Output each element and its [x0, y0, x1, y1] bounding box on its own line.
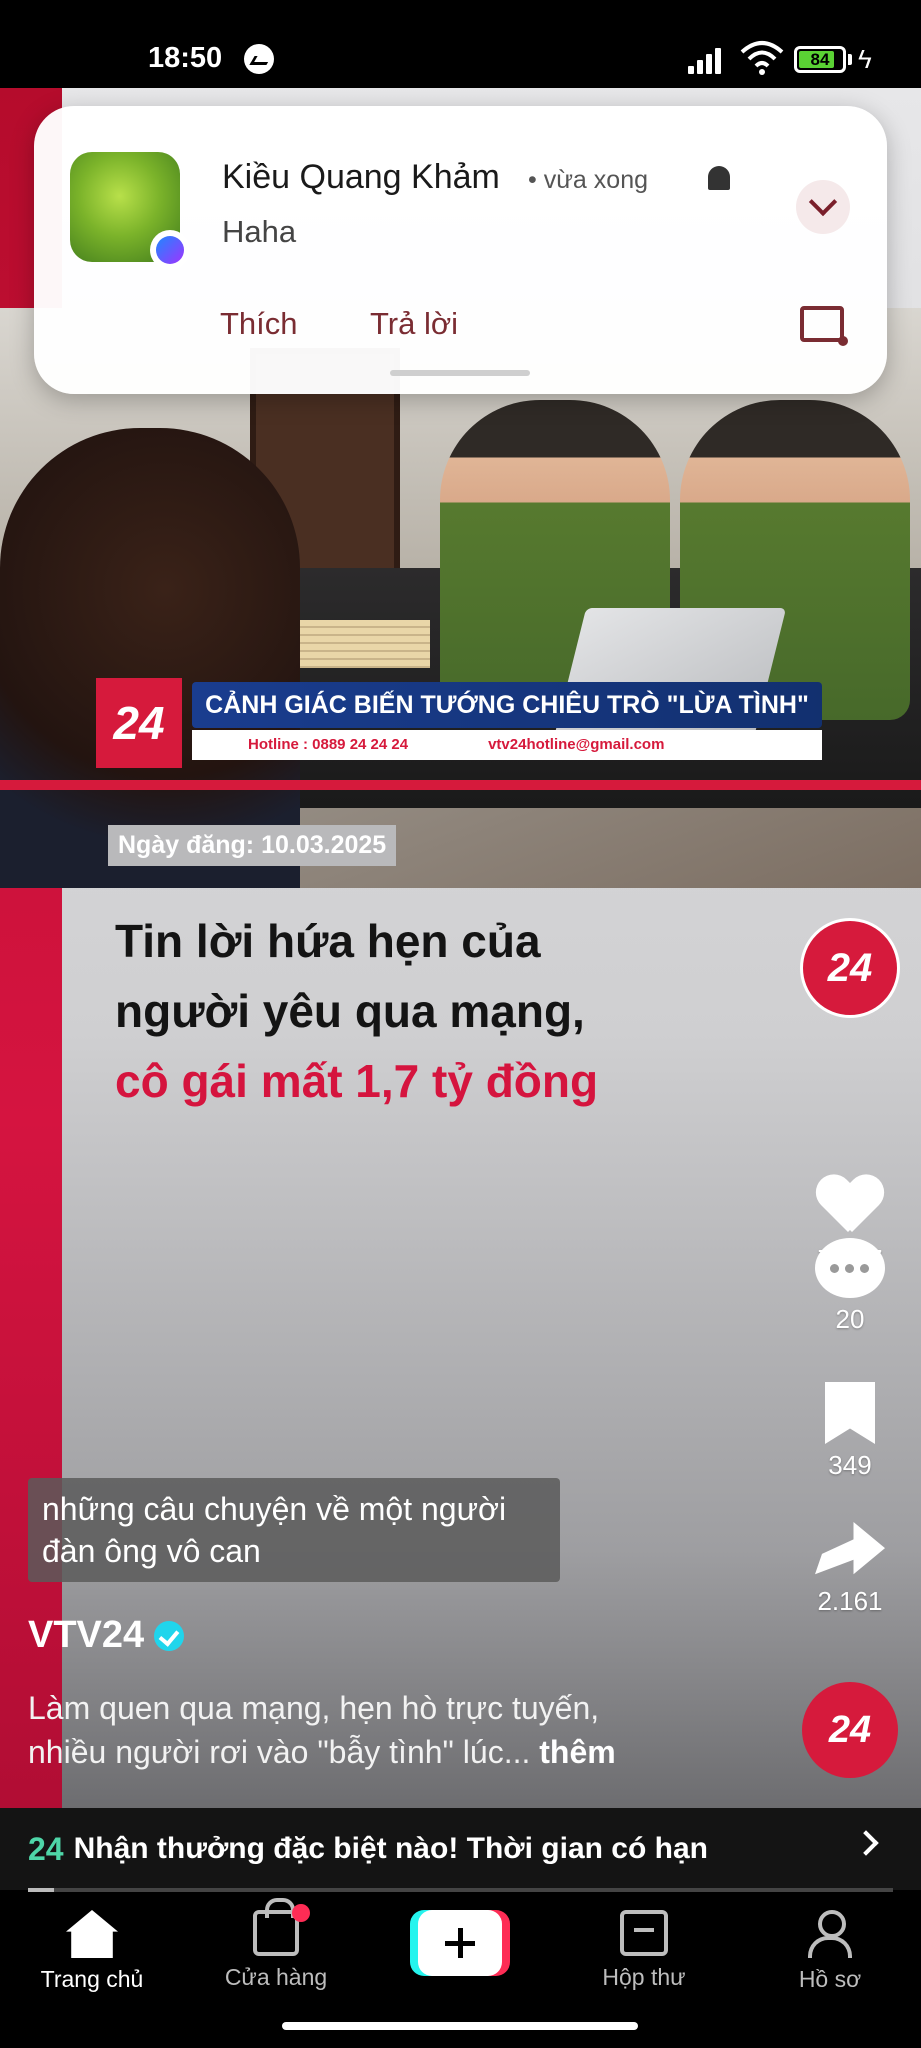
picture-in-picture-icon[interactable]: [800, 306, 848, 346]
nav-inbox[interactable]: Hộp thư: [564, 1910, 724, 1991]
share-icon: [815, 1522, 885, 1575]
subtitle-line-1: những câu chuyện về một người: [42, 1491, 507, 1527]
reply-action-button[interactable]: Trả lời: [370, 306, 458, 342]
nav-shop-label: Cửa hàng: [224, 1964, 328, 1990]
notification-dot: [292, 1904, 310, 1922]
charging-bolt-icon: ϟ: [858, 44, 872, 74]
drag-handle[interactable]: [390, 370, 530, 376]
battery-tip: [848, 54, 852, 65]
battery-icon: 84: [794, 46, 846, 73]
comment-icon: [815, 1238, 885, 1298]
like-action-button[interactable]: Thích: [220, 306, 298, 342]
video-subtitle: những câu chuyện về một người đàn ông vô…: [28, 1478, 560, 1582]
chevron-right-icon: [853, 1830, 879, 1856]
caption-line-1: Làm quen qua mạng, hẹn hò trực tuyến,: [28, 1690, 600, 1726]
photo-woman: [0, 428, 300, 888]
share-count: 2.161: [817, 1586, 883, 1616]
inbox-icon: [620, 1910, 668, 1956]
status-time: 18:50: [148, 42, 223, 74]
nav-profile[interactable]: Hồ sơ: [750, 1910, 910, 1993]
nav-home[interactable]: Trang chủ: [12, 1910, 172, 1993]
profile-icon: [806, 1910, 854, 1958]
caption-more-link[interactable]: thêm: [539, 1734, 615, 1770]
notification-message: Haha: [222, 214, 297, 249]
headline-line-1: Tin lời hứa hẹn của: [115, 915, 541, 967]
banner-contact: Hotline : 0889 24 24 24 vtv24hotline@gma…: [192, 730, 822, 760]
chevron-down-icon[interactable]: [796, 180, 850, 234]
headline-line-2: người yêu qua mạng,: [115, 985, 585, 1037]
bookmark-count: 349: [828, 1450, 872, 1480]
sender-name: Kiều Quang Khảm: [222, 158, 500, 196]
heart-icon: [816, 1176, 884, 1238]
nav-profile-label: Hồ sơ: [798, 1966, 862, 1992]
subtitle-line-2: đàn ông vô can: [42, 1533, 261, 1569]
comment-button[interactable]: 20: [800, 1238, 900, 1335]
comment-count: 20: [835, 1304, 865, 1334]
home-icon: [66, 1910, 118, 1958]
author-name: VTV24: [28, 1614, 145, 1656]
plus-icon: [445, 1928, 475, 1958]
promo-text: Nhận thưởng đặc biệt nào! Thời gian có h…: [73, 1832, 708, 1865]
battery-level: 84: [810, 50, 830, 69]
creator-avatar[interactable]: 24: [800, 918, 900, 1018]
message-notification[interactable]: Kiều Quang Khảm • vừa xong Haha Thích Tr…: [34, 106, 887, 394]
messenger-icon: [150, 230, 190, 270]
news-banner: 24 CẢNH GIÁC BIẾN TƯỚNG CHIÊU TRÒ "LỪA T…: [96, 678, 822, 768]
news-photo: [0, 308, 921, 888]
gift-icon: 24: [28, 1830, 64, 1867]
status-bar: 18:50 84 ϟ: [0, 0, 921, 88]
vtv24-logo: 24: [96, 678, 182, 768]
signal-icon: [688, 44, 728, 74]
bookmark-icon: [825, 1382, 875, 1444]
banner-email: vtv24hotline@gmail.com: [488, 736, 665, 753]
caption-line-2: nhiều người rơi vào "bẫy tình" lúc... th…: [28, 1730, 708, 1774]
video-caption[interactable]: Làm quen qua mạng, hẹn hò trực tuyến, nh…: [28, 1686, 708, 1774]
photo-folders: [280, 620, 430, 668]
author-name-link[interactable]: VTV24: [28, 1614, 185, 1657]
video-headline: Tin lời hứa hẹn của người yêu qua mạng, …: [115, 906, 598, 1116]
home-indicator[interactable]: [282, 2022, 638, 2030]
wifi-icon: [740, 41, 784, 75]
date-tag: Ngày đăng: 10.03.2025: [108, 825, 397, 866]
nav-inbox-label: Hộp thư: [602, 1964, 686, 1990]
banner-title: CẢNH GIÁC BIẾN TƯỚNG CHIÊU TRÒ "LỪA TÌNH…: [192, 682, 822, 728]
bell-off-icon: [708, 166, 730, 190]
nav-shop[interactable]: Cửa hàng: [196, 1898, 356, 1991]
headline-line-3: cô gái mất 1,7 tỷ đồng: [115, 1055, 599, 1107]
verified-icon: [154, 1620, 185, 1651]
caption-line-2-text: nhiều người rơi vào "bẫy tình" lúc...: [28, 1734, 531, 1770]
notification-time: • vừa xong: [528, 166, 648, 194]
banner-red-line: [0, 780, 921, 790]
music-disc[interactable]: 24: [802, 1682, 898, 1778]
messenger-icon: [244, 44, 274, 74]
nav-home-label: Trang chủ: [40, 1966, 144, 1992]
create-button[interactable]: [410, 1910, 510, 1976]
share-button[interactable]: 2.161: [800, 1522, 900, 1617]
promo-banner[interactable]: 24 Nhận thưởng đặc biệt nào! Thời gian c…: [0, 1808, 921, 1890]
banner-hotline: Hotline : 0889 24 24 24: [248, 736, 409, 753]
bookmark-button[interactable]: 349: [800, 1382, 900, 1481]
